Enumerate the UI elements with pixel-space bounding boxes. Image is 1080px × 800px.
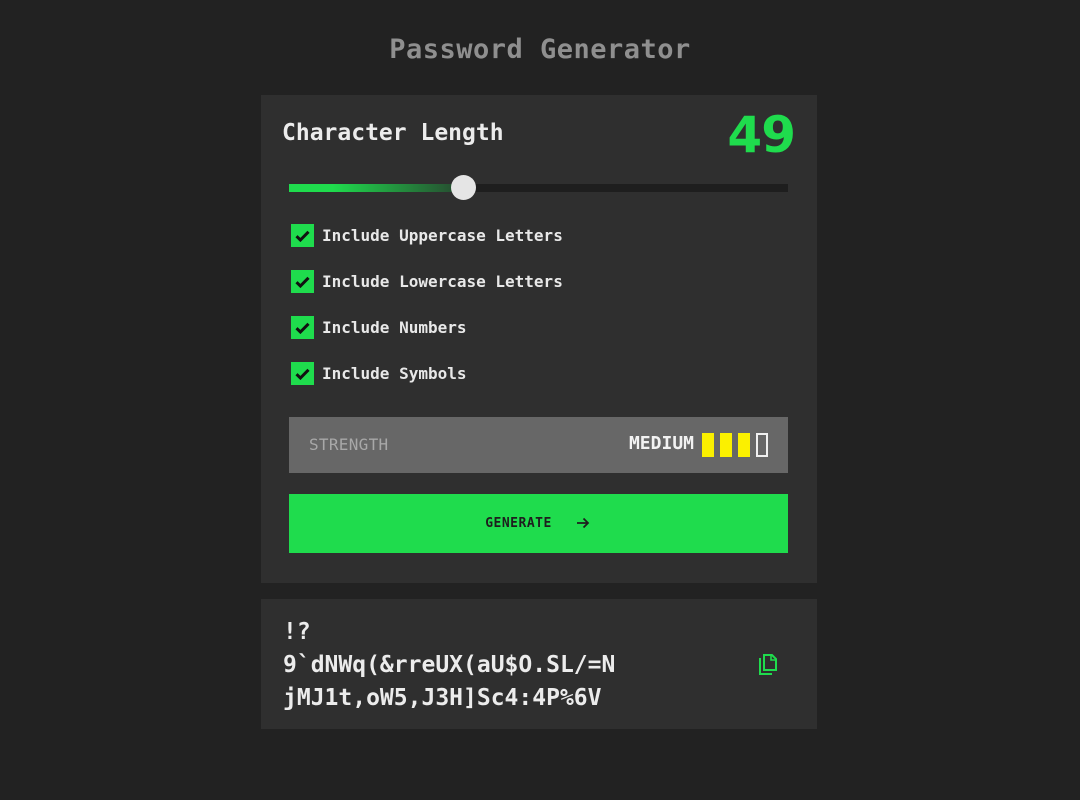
password-line-3: jMJ1t,oW5,J3H]Sc4:4P%6V [283, 685, 602, 711]
page-title: Password Generator [389, 34, 691, 65]
strength-panel: STRENGTH MEDIUM [289, 417, 788, 473]
strength-label: STRENGTH [309, 435, 389, 454]
check-icon [295, 276, 310, 288]
strength-bar-1 [702, 433, 714, 457]
check-icon [295, 230, 310, 242]
strength-bar-3 [738, 433, 750, 457]
strength-bar-2 [720, 433, 732, 457]
strength-level: MEDIUM [628, 433, 694, 454]
uppercase-checkbox[interactable] [291, 224, 314, 247]
generate-label: GENERATE [485, 516, 552, 531]
check-icon [295, 368, 310, 380]
strength-bars [702, 433, 774, 457]
uppercase-label: Include Uppercase Letters [322, 226, 563, 245]
option-numbers[interactable]: Include Numbers [291, 316, 467, 339]
password-line-2: 9`dNWq(&rreUX(aU$O.SL/=N [283, 652, 616, 678]
numbers-label: Include Numbers [322, 318, 467, 337]
lowercase-label: Include Lowercase Letters [322, 272, 563, 291]
option-uppercase[interactable]: Include Uppercase Letters [291, 224, 563, 247]
password-generator-page: Password Generator Character Length 49 I… [0, 0, 1080, 800]
character-length-value: 49 [727, 106, 796, 164]
character-length-label: Character Length [282, 120, 504, 146]
numbers-checkbox[interactable] [291, 316, 314, 339]
copy-icon[interactable] [757, 653, 779, 677]
strength-bar-4 [756, 433, 768, 457]
length-slider-track[interactable] [289, 184, 788, 192]
password-line-1: !? [283, 619, 311, 645]
symbols-label: Include Symbols [322, 364, 467, 383]
check-icon [295, 322, 310, 334]
length-slider-fill [289, 184, 463, 192]
generated-password[interactable]: !? 9`dNWq(&rreUX(aU$O.SL/=N jMJ1t,oW5,J3… [283, 616, 723, 715]
arrow-right-icon [577, 517, 590, 529]
option-symbols[interactable]: Include Symbols [291, 362, 467, 385]
option-lowercase[interactable]: Include Lowercase Letters [291, 270, 563, 293]
length-slider-thumb[interactable] [451, 175, 476, 200]
generate-button[interactable]: GENERATE [289, 494, 788, 553]
symbols-checkbox[interactable] [291, 362, 314, 385]
lowercase-checkbox[interactable] [291, 270, 314, 293]
